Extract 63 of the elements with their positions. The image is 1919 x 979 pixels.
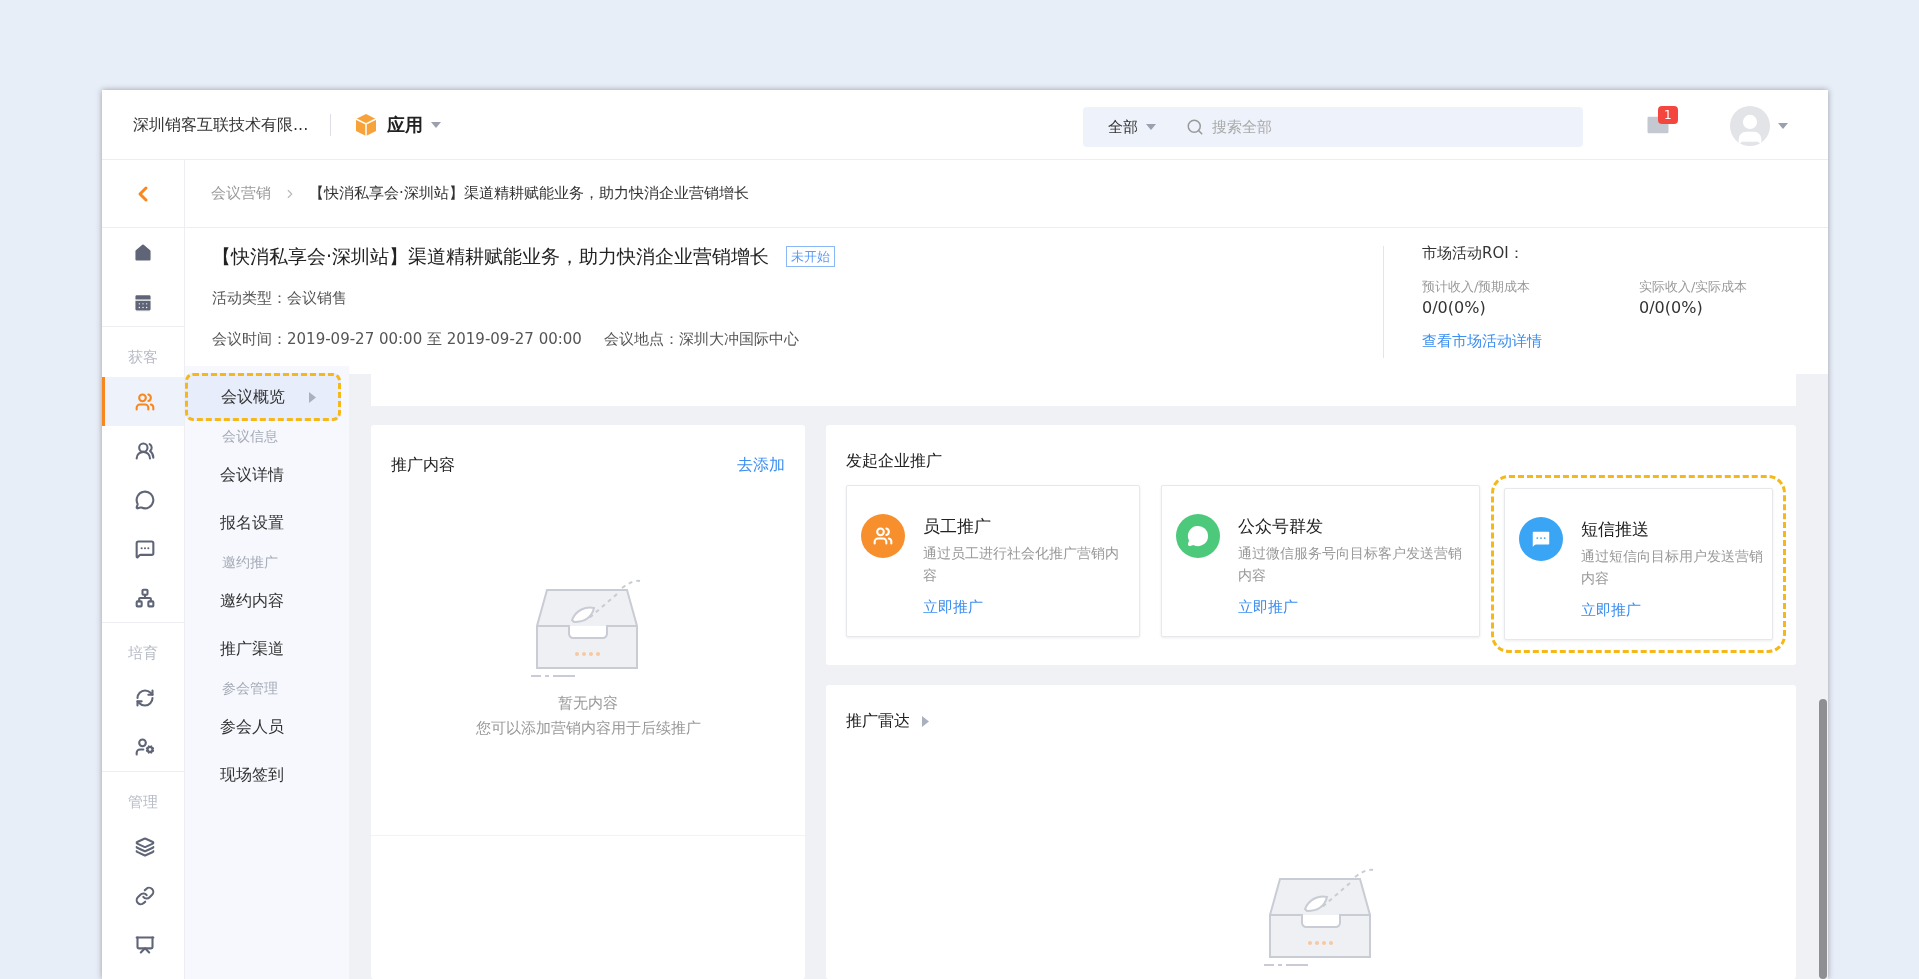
metric-value: 0/0(0%) [1639,297,1704,319]
user-gear-icon [134,736,155,757]
option-description: 通过员工进行社会化推广营销内容 [923,543,1120,585]
sub-menu-group: 邀约推广 [187,547,349,577]
triangle-right-icon [922,715,929,727]
breadcrumb-current: 【快消私享会·深圳站】渠道精耕赋能业务，助力快消企业营销增长 [309,183,749,205]
metric-value: 0/0(0%) [1422,297,1487,319]
event-location: 会议地点：深圳大冲国际中心 [603,329,799,350]
people-group-icon [134,391,155,412]
status-tag: 未开始 [786,245,836,267]
sub-menu-group: 会议信息 [187,421,349,451]
sub-menu-item[interactable]: 邀约内容 [187,577,349,625]
caret-icon [431,121,442,128]
app-menu[interactable]: 应用 [353,111,442,138]
rail-section-label: 获客 [127,347,159,368]
option-description: 通过微信服务号向目标客户发送营销内容 [1238,543,1464,585]
search-icon [1186,118,1204,136]
card-title: 发起企业推广 [846,451,942,470]
sub-menu-item[interactable]: 推广渠道 [187,625,349,673]
sub-menu-item[interactable]: 现场签到 [187,751,349,799]
home-icon [132,241,154,264]
rail-section-label: 培育 [127,643,159,664]
option-title: 公众号群发 [1238,515,1325,538]
chat-bubbles-icon [134,489,155,510]
card-title: 推广内容 [391,454,455,476]
search-bar[interactable]: 全部 搜索全部 [1083,107,1583,147]
notification-badge: 1 [1658,106,1678,124]
metric-label: 预计收入/预期成本 [1422,277,1532,296]
link-icon [134,885,155,906]
event-time: 会议时间：2019-09-27 00:00 至 2019-09-27 00:00 [212,329,582,350]
empty-title: 暂无内容 [558,693,618,714]
option-title: 短信推送 [1581,518,1651,541]
company-name: 深圳销客互联技术有限... [133,113,309,136]
sub-menu-item[interactable]: 会议详情 [187,451,349,499]
promo-option-card[interactable]: 短信推送 通过短信向目标用户发送营销内容 立即推广 [1491,475,1786,653]
metric-label: 实际收入/实际成本 [1639,277,1749,296]
layers-icon [134,836,155,857]
radar-title[interactable]: 推广雷达 [846,709,929,733]
sub-menu-group: 参会管理 [187,673,349,703]
option-title: 员工推广 [923,515,992,538]
message-icon [134,538,155,559]
hierarchy-icon [134,587,155,608]
chat-bubble-icon [1187,525,1210,547]
rail-section-label: 管理 [127,792,159,813]
sub-menu-item[interactable]: 参会人员 [187,703,349,751]
message-icon [1530,528,1553,550]
event-type: 活动类型：会议销售 [212,287,348,309]
roi-title: 市场活动ROI： [1422,243,1525,264]
search-input[interactable]: 搜索全部 [1212,115,1572,139]
team-icon [134,440,155,461]
empty-hint: 您可以添加营销内容用于后续推广 [475,717,701,739]
sub-menu-item[interactable]: 报名设置 [187,499,349,547]
caret-icon [1778,123,1788,129]
refresh-icon [134,687,155,708]
screen-icon [134,934,155,955]
people-icon [873,526,893,546]
people-group-button[interactable] [102,377,184,426]
triangle-right-icon [309,391,316,403]
sub-menu-item[interactable]: 会议概览 [185,373,341,421]
option-description: 通过短信向目标用户发送营销内容 [1581,546,1764,588]
event-title: 【快消私享会·深圳站】渠道精耕赋能业务，助力快消企业营销增长 [212,244,770,269]
search-scope-dropdown[interactable]: 全部 [1083,115,1186,139]
caret-icon [1146,124,1156,130]
